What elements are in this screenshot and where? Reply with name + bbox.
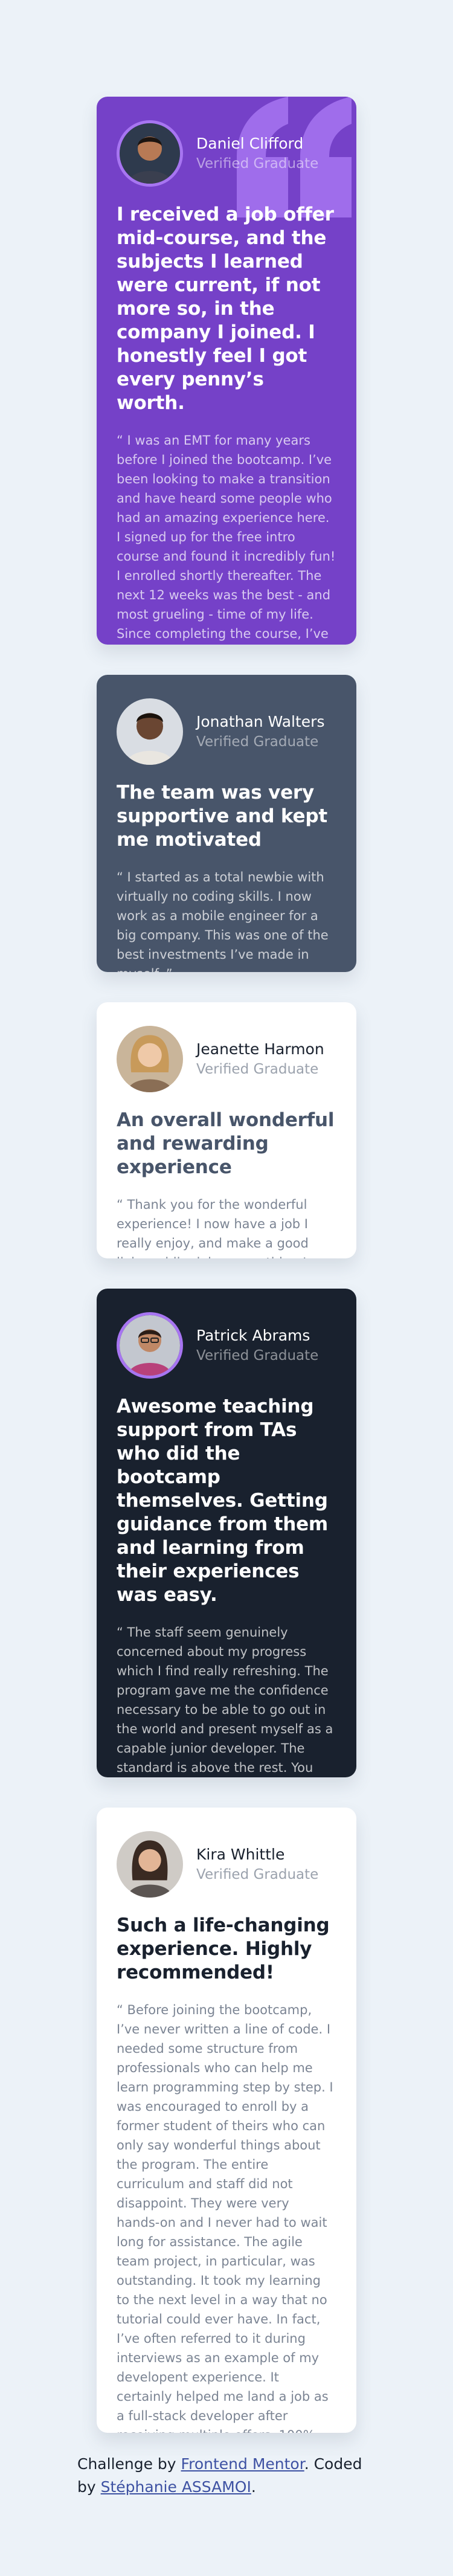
testimonial-header: Kira Whittle Verified Graduate bbox=[117, 1828, 336, 1901]
testimonial-card-jonathan: Jonathan Walters Verified Graduate The t… bbox=[97, 675, 356, 972]
testimonial-card-patrick: Patrick Abrams Verified Graduate Awesome… bbox=[97, 1289, 356, 1777]
testimonial-headline: Such a life-changing experience. Highly … bbox=[117, 1914, 330, 1983]
avatar bbox=[117, 1312, 183, 1379]
testimonial-role: Verified Graduate bbox=[196, 1061, 319, 1077]
testimonial-headline: An overall wonderful and rewarding exper… bbox=[117, 1109, 335, 1178]
testimonial-body: “ I was an EMT for many years before I j… bbox=[117, 433, 336, 641]
testimonial-header: Patrick Abrams Verified Graduate bbox=[117, 1309, 336, 1382]
testimonial-headline: Awesome teaching support from TAs who di… bbox=[117, 1396, 329, 1606]
testimonial-name: Daniel Clifford bbox=[196, 135, 304, 152]
testimonial-body: “ Before joining the bootcamp, I’ve neve… bbox=[117, 2002, 333, 2433]
testimonial-role: Verified Graduate bbox=[196, 1348, 319, 1364]
testimonial-header: Jonathan Walters Verified Graduate bbox=[117, 695, 336, 768]
testimonial-name: Kira Whittle bbox=[196, 1846, 285, 1863]
testimonial-name: Patrick Abrams bbox=[196, 1327, 310, 1344]
avatar bbox=[117, 698, 183, 765]
avatar bbox=[117, 1831, 183, 1898]
testimonial-name: Jeanette Harmon bbox=[196, 1040, 324, 1058]
testimonials-grid: Daniel Clifford Verified Graduate I rece… bbox=[97, 97, 356, 2463]
testimonial-header: Daniel Clifford Verified Graduate bbox=[117, 117, 336, 190]
testimonial-card-kira: Kira Whittle Verified Graduate Such a li… bbox=[97, 1808, 356, 2433]
testimonial-body: “ The staff seem genuinely concerned abo… bbox=[117, 1624, 333, 1775]
testimonial-headline: The team was very supportive and kept me… bbox=[117, 782, 327, 851]
testimonial-body: “ Thank you for the wonderful experience… bbox=[117, 1197, 309, 1258]
testimonial-header: Jeanette Harmon Verified Graduate bbox=[117, 1023, 336, 1095]
testimonial-name: Jonathan Walters bbox=[196, 713, 325, 730]
author-link[interactable]: Stéphanie ASSAMOI bbox=[101, 2478, 251, 2496]
testimonial-body: “ I started as a total newbie with virtu… bbox=[117, 869, 329, 972]
testimonial-card-jeanette: Jeanette Harmon Verified Graduate An ove… bbox=[97, 1002, 356, 1258]
testimonial-role: Verified Graduate bbox=[196, 1867, 319, 1882]
testimonial-role: Verified Graduate bbox=[196, 156, 319, 172]
avatar bbox=[117, 1026, 183, 1092]
testimonial-card-daniel: Daniel Clifford Verified Graduate I rece… bbox=[97, 97, 356, 645]
frontend-mentor-link[interactable]: Frontend Mentor bbox=[181, 2455, 304, 2473]
attribution-suffix: . bbox=[251, 2478, 256, 2496]
testimonial-role: Verified Graduate bbox=[196, 734, 319, 750]
avatar bbox=[117, 120, 183, 187]
attribution: Challenge by Frontend Mentor. Coded by S… bbox=[77, 2453, 379, 2499]
attribution-prefix: Challenge by bbox=[77, 2455, 181, 2473]
testimonial-headline: I received a job offer mid-course, and t… bbox=[117, 204, 334, 414]
